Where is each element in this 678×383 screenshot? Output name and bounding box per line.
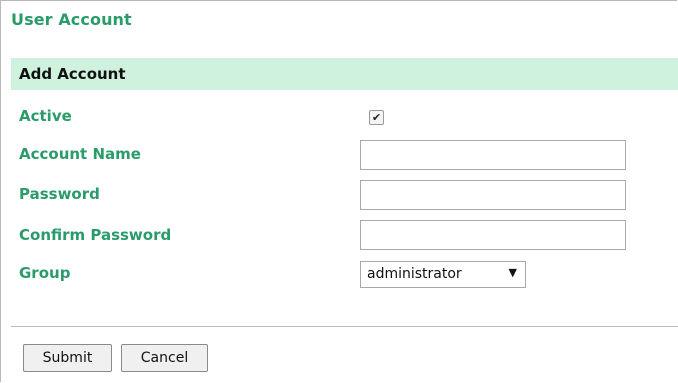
confirm-password-input[interactable]: [360, 220, 626, 250]
password-label: Password: [19, 185, 100, 203]
account-name-input[interactable]: [360, 140, 626, 170]
cancel-button[interactable]: Cancel: [121, 344, 208, 372]
confirm-password-label: Confirm Password: [19, 226, 172, 244]
divider: [11, 326, 678, 327]
group-label: Group: [19, 264, 71, 282]
checkmark-icon: ✔: [371, 111, 382, 124]
section-header: Add Account: [11, 58, 678, 90]
password-input[interactable]: [360, 180, 626, 210]
page-title: User Account: [11, 10, 132, 29]
active-label: Active: [19, 107, 72, 125]
submit-button[interactable]: Submit: [23, 344, 112, 372]
account-name-label: Account Name: [19, 145, 141, 163]
chevron-down-icon: ▼: [508, 266, 517, 279]
group-selected-value: administrator: [367, 266, 462, 282]
section-title: Add Account: [19, 65, 126, 83]
group-select[interactable]: administrator ▼: [360, 261, 526, 288]
active-checkbox[interactable]: ✔: [369, 110, 384, 125]
